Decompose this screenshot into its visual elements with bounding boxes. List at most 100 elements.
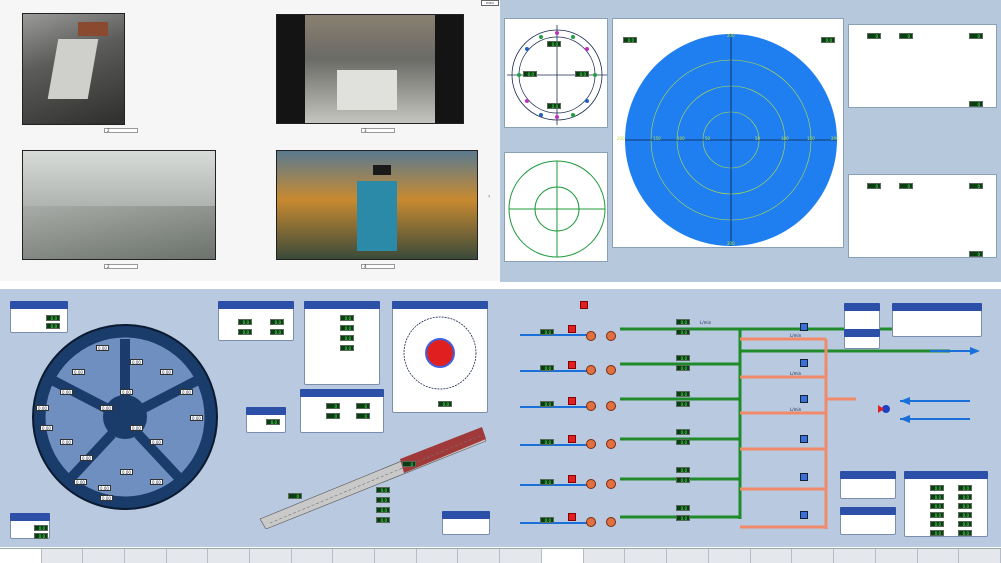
pump-1-button[interactable] — [568, 325, 576, 333]
pump-2-button[interactable] — [568, 361, 576, 369]
axis-bottom-label: 200 — [727, 241, 735, 246]
pump-6-button[interactable] — [568, 513, 576, 521]
tab[interactable] — [959, 549, 1001, 563]
table-value: 0.0 — [930, 530, 944, 536]
valve-button[interactable] — [800, 323, 808, 331]
line-flow-value: 0.0 — [676, 401, 690, 407]
line-flow-value: 0.0 — [676, 439, 690, 445]
tab[interactable] — [375, 549, 417, 563]
tab[interactable] — [0, 549, 42, 563]
tab[interactable] — [918, 549, 960, 563]
fan-icon — [586, 401, 596, 411]
chevron-right-icon[interactable]: › — [488, 193, 490, 200]
tab[interactable] — [667, 549, 709, 563]
fan-icon — [586, 331, 596, 341]
cutter-value: 0.00 — [120, 469, 133, 475]
cutter-value: 0.00 — [150, 479, 163, 485]
inlet-value: 0.0 — [540, 329, 554, 335]
target-crosshair-box — [504, 152, 608, 262]
rotation-dial — [403, 316, 477, 390]
tab[interactable] — [208, 549, 251, 563]
slurry-panel: 0.0 0.0 0.0 0.0 0.0 0.0 0.0 0.0 0.0 0.0 … — [500, 289, 1001, 547]
pump-3-button[interactable] — [568, 397, 576, 405]
tab[interactable] — [458, 549, 501, 563]
tab[interactable] — [709, 549, 751, 563]
tab[interactable] — [792, 549, 834, 563]
tab[interactable] — [751, 549, 793, 563]
cutter-value: 0.00 — [180, 389, 193, 395]
camera-1-select[interactable]: 2 — [104, 128, 138, 133]
table-value: 0.0 — [930, 485, 944, 491]
motor-card-header — [304, 301, 380, 309]
stop-button[interactable] — [580, 301, 588, 309]
tab[interactable] — [83, 549, 126, 563]
tab[interactable] — [167, 549, 209, 563]
guidance-panel: 0.0 0.0 0.0 0.0 0.0 0.0 200 200 200 200 … — [500, 0, 1001, 282]
tab[interactable] — [541, 549, 584, 563]
valve-button[interactable] — [800, 473, 808, 481]
tab[interactable] — [292, 549, 334, 563]
ring-label-1: 150 — [653, 136, 661, 141]
camera-feed-4[interactable] — [276, 150, 478, 260]
inlet-value: 0.0 — [540, 439, 554, 445]
table-card — [904, 471, 988, 537]
line-flow-value: 0.0 — [676, 319, 690, 325]
fan-icon — [606, 365, 616, 375]
camera-2-select[interactable]: 3 — [361, 128, 395, 133]
tab[interactable] — [584, 549, 626, 563]
tab[interactable] — [42, 549, 84, 563]
cylinder-card-header — [300, 389, 384, 397]
fan-icon — [606, 517, 616, 527]
tab[interactable] — [500, 549, 542, 563]
earth-pressure-value-2: 0.0 — [34, 533, 48, 539]
tab[interactable] — [125, 549, 167, 563]
right-bottom-value-1: 0 — [867, 183, 881, 189]
fan-icon — [606, 401, 616, 411]
cutter-value: 0.00 — [60, 389, 73, 395]
screw-value-1: 0.0 — [376, 487, 390, 493]
ring-label-5: 100 — [781, 136, 789, 141]
pump-4-button[interactable] — [568, 435, 576, 443]
tab[interactable] — [250, 549, 292, 563]
camera-feed-1[interactable] — [22, 13, 125, 125]
mode-card-header — [844, 303, 880, 311]
cutter-value: 0.00 — [74, 479, 87, 485]
camera-feed-2[interactable] — [276, 14, 464, 124]
line-flow-value: 0.0 — [676, 329, 690, 335]
cutter-value: 0.00 — [40, 425, 53, 431]
flow-unit-label: L/min — [790, 371, 802, 376]
close-icon[interactable]: ▫▫▫ — [481, 0, 499, 6]
tab[interactable] — [333, 549, 376, 563]
jet-card-header — [840, 471, 896, 479]
cylinder-top-value: 0.0 — [547, 41, 561, 47]
tank-card-header — [840, 507, 896, 515]
tab[interactable] — [417, 549, 459, 563]
line-flow-value: 0.0 — [676, 429, 690, 435]
table-card-header — [904, 471, 988, 479]
tab[interactable] — [876, 549, 918, 563]
pump-5-button[interactable] — [568, 475, 576, 483]
table-value: 0.0 — [958, 521, 972, 527]
valve-button[interactable] — [800, 359, 808, 367]
speed-card-header — [218, 301, 294, 309]
valve-button[interactable] — [800, 395, 808, 403]
cylinder-ring-box: 0.0 0.0 0.0 0.0 — [504, 18, 608, 128]
speed-value-4: 0.0 — [270, 329, 284, 335]
main-plot-box: 0.0 0.0 200 200 200 200 150 100 50 50 10… — [612, 18, 844, 248]
earth-pressure-value-1: 0.0 — [34, 525, 48, 531]
pressure-card-header — [10, 301, 68, 309]
camera-3-select[interactable]: 2 — [104, 264, 138, 269]
fan-icon — [586, 517, 596, 527]
camera-feed-3[interactable] — [22, 150, 216, 260]
tab[interactable] — [625, 549, 667, 563]
cylinder-value-1: 0 — [326, 403, 340, 409]
gate-card-header — [442, 511, 490, 519]
camera-2-select-value: 3 — [364, 128, 367, 133]
camera-4-select[interactable]: 4 — [361, 264, 395, 269]
thrust-card-header — [246, 407, 286, 415]
valve-button[interactable] — [800, 435, 808, 443]
motor-value-2: 0.0 — [340, 325, 354, 331]
valve-button[interactable] — [800, 511, 808, 519]
tab[interactable] — [834, 549, 876, 563]
flow-unit-label: L/min — [790, 333, 802, 338]
